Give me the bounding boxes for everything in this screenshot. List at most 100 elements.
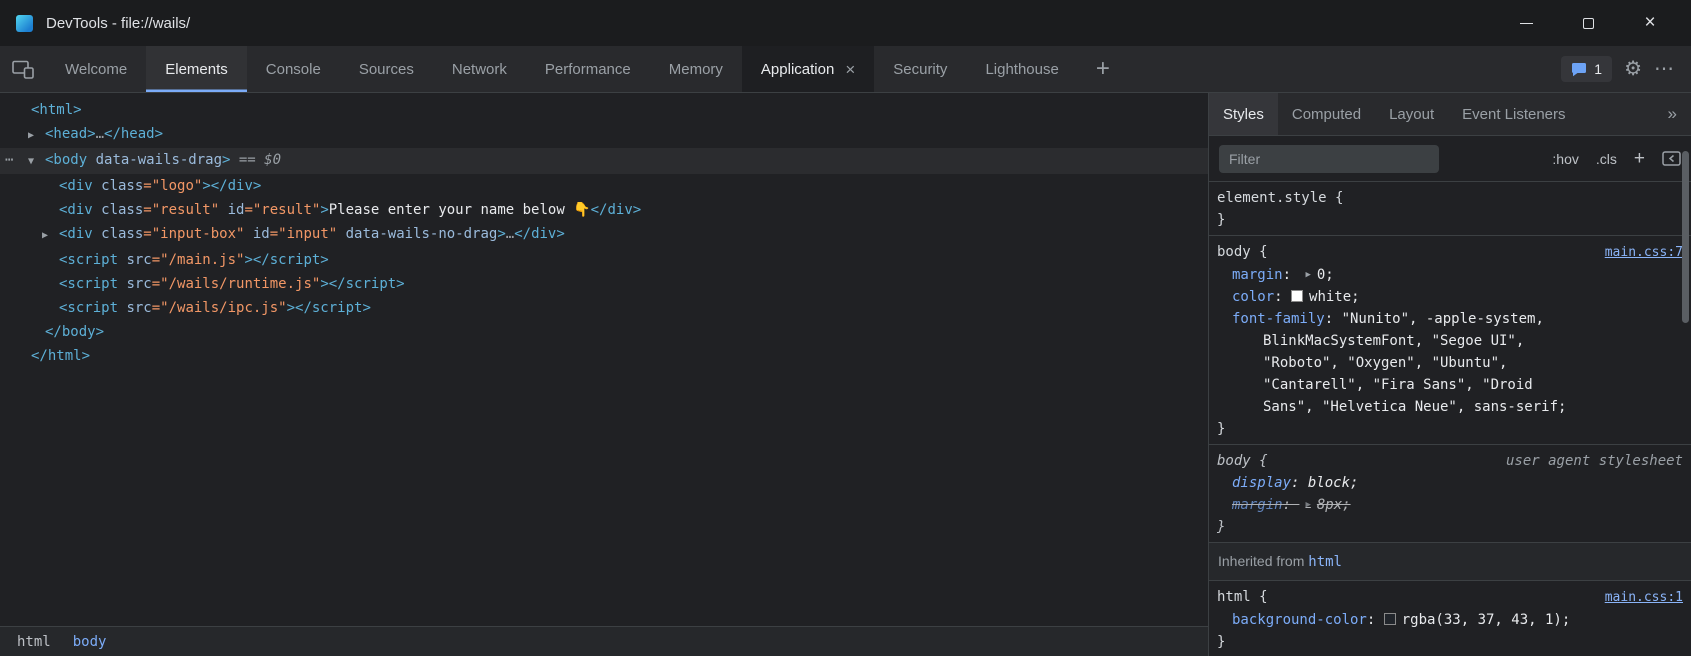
issues-badge[interactable]: 1: [1561, 56, 1612, 82]
token-tag: </head>: [104, 126, 163, 142]
expand-arrow-icon[interactable]: ▶: [42, 224, 59, 248]
tab-performance[interactable]: Performance: [526, 46, 650, 92]
more-options-icon[interactable]: ⋯: [1654, 59, 1675, 79]
css-property-name: color: [1232, 289, 1274, 305]
toggle-computed-sidebar-button[interactable]: [1662, 151, 1681, 166]
minimize-icon: [1520, 23, 1533, 24]
tab-sources[interactable]: Sources: [340, 46, 433, 92]
color-swatch[interactable]: [1384, 613, 1396, 625]
token-val: ="/main.js": [152, 252, 245, 268]
dom-node-code: <script src="/main.js"></script>: [59, 252, 329, 268]
style-rule: body {user agent stylesheetdisplay: bloc…: [1209, 445, 1691, 543]
css-colon: :: [1283, 497, 1300, 513]
stylesheet-link[interactable]: main.css:1: [1605, 587, 1683, 609]
devtools-app-icon: [16, 15, 33, 32]
styles-scrollbar[interactable]: [1682, 151, 1689, 323]
tab-security[interactable]: Security: [874, 46, 966, 92]
add-tab-button[interactable]: +: [1078, 46, 1128, 92]
maximize-button[interactable]: [1557, 0, 1619, 46]
style-rules-list: element.style {} body { main.css:7 margin: …: [1209, 182, 1691, 656]
token-tag: <script: [59, 276, 118, 292]
tab-application[interactable]: Application×: [742, 46, 874, 92]
stylesheet-link[interactable]: main.css:7: [1605, 242, 1683, 264]
styles-tab-event-listeners[interactable]: Event Listeners: [1448, 93, 1579, 135]
expand-shorthand-icon[interactable]: ▶: [1305, 500, 1310, 510]
tab-console[interactable]: Console: [247, 46, 340, 92]
device-toolbar-icon: [12, 60, 34, 79]
tab-close-icon[interactable]: ×: [845, 61, 855, 78]
css-property-value: 8px;: [1317, 497, 1351, 513]
css-property-value: 0;: [1317, 267, 1334, 283]
indent-spacer: [14, 213, 42, 214]
css-colon: :: [1283, 267, 1300, 283]
css-property-name: background-color: [1232, 612, 1367, 628]
dom-node-row[interactable]: <script src="/wails/ipc.js"></script>: [0, 296, 1208, 320]
token-meta: == $0: [230, 152, 281, 168]
dom-node-row[interactable]: ▶<head>…</head>: [0, 122, 1208, 148]
device-toolbar-button[interactable]: [0, 46, 46, 92]
dom-node-row[interactable]: ▶<div class="input-box" id="input" data-…: [0, 222, 1208, 248]
css-colon: :: [1325, 311, 1342, 327]
token-tag: <body: [45, 152, 87, 168]
tab-memory[interactable]: Memory: [650, 46, 742, 92]
settings-gear-icon[interactable]: ⚙: [1624, 59, 1642, 79]
css-property-value: white;: [1309, 289, 1360, 305]
expand-shorthand-icon[interactable]: ▶: [1305, 270, 1310, 280]
sidebar-tabs-overflow-icon[interactable]: »: [1654, 93, 1691, 135]
tab-lighthouse[interactable]: Lighthouse: [966, 46, 1077, 92]
toggle-element-state-button[interactable]: :hov: [1552, 151, 1578, 167]
node-menu-icon[interactable]: ⋯: [5, 148, 13, 172]
css-property-name: margin: [1232, 267, 1283, 283]
minimize-button[interactable]: [1495, 0, 1557, 46]
dom-node-row[interactable]: <script src="/main.js"></script>: [0, 248, 1208, 272]
styles-tab-layout[interactable]: Layout: [1375, 93, 1448, 135]
new-style-rule-button[interactable]: +: [1634, 148, 1645, 170]
color-swatch[interactable]: [1291, 290, 1303, 302]
rule-close-brace: }: [1209, 516, 1691, 538]
tab-welcome[interactable]: Welcome: [46, 46, 146, 92]
rule-selector[interactable]: element.style {: [1217, 187, 1343, 209]
elements-pane: <html>▶<head>…</head>⋯▼<body data-wails-…: [0, 93, 1209, 656]
dom-node-row[interactable]: <div class="logo"></div>: [0, 174, 1208, 198]
styles-tab-styles[interactable]: Styles: [1209, 93, 1278, 135]
token-val: ="input-box": [143, 226, 244, 242]
inherited-node-link[interactable]: html: [1308, 554, 1342, 570]
devtools-toolbar: WelcomeElements Console SourcesNetworkPerf…: [0, 46, 1691, 93]
close-button[interactable]: ×: [1619, 0, 1681, 46]
css-declaration[interactable]: display: block;: [1209, 472, 1599, 494]
window-title: DevTools - file://wails/: [46, 15, 190, 32]
css-declaration[interactable]: margin: ▶ 0;: [1209, 264, 1599, 286]
css-declaration[interactable]: font-family: "Nunito", -apple-system, Bl…: [1209, 308, 1599, 418]
token-attr: src: [118, 252, 152, 268]
dom-node-row[interactable]: </body>: [0, 320, 1208, 344]
css-declaration[interactable]: color: white;: [1209, 286, 1599, 308]
collapse-arrow-icon[interactable]: ▼: [28, 150, 45, 174]
css-declaration[interactable]: margin: ▶8px;: [1209, 494, 1599, 516]
styles-filter-input[interactable]: [1219, 145, 1439, 173]
token-val: ="result": [244, 202, 320, 218]
dom-node-row[interactable]: ⋯▼<body data-wails-drag> == $0: [0, 148, 1208, 174]
rule-selector[interactable]: body {: [1217, 450, 1268, 472]
token-val: ="input": [270, 226, 337, 242]
css-property-name: display: [1232, 475, 1291, 491]
breadcrumb-html[interactable]: html: [6, 634, 62, 650]
tab-label: Memory: [669, 61, 723, 78]
tab-label: Console: [266, 61, 321, 78]
styles-tab-computed[interactable]: Computed: [1278, 93, 1375, 135]
breadcrumb-body[interactable]: body: [62, 634, 118, 650]
rule-selector[interactable]: html {: [1217, 586, 1268, 608]
expand-arrow-icon[interactable]: ▶: [28, 124, 45, 148]
indent-spacer: [14, 263, 42, 264]
token-attr: src: [118, 300, 152, 316]
css-declaration[interactable]: background-color: rgba(33, 37, 43, 1);: [1209, 609, 1599, 631]
dom-node-row[interactable]: <script src="/wails/runtime.js"></script…: [0, 272, 1208, 296]
tab-network[interactable]: Network: [433, 46, 526, 92]
dom-node-row[interactable]: <html>: [0, 98, 1208, 122]
dom-node-row[interactable]: <div class="result" id="result">Please e…: [0, 198, 1208, 222]
tab-elements[interactable]: Elements: [146, 46, 247, 92]
dom-node-row[interactable]: </html>: [0, 344, 1208, 368]
dom-node-code: </body>: [45, 324, 104, 340]
element-classes-button[interactable]: .cls: [1596, 151, 1617, 167]
rule-selector[interactable]: body {: [1217, 241, 1268, 263]
rule-close-brace: }: [1209, 209, 1691, 231]
